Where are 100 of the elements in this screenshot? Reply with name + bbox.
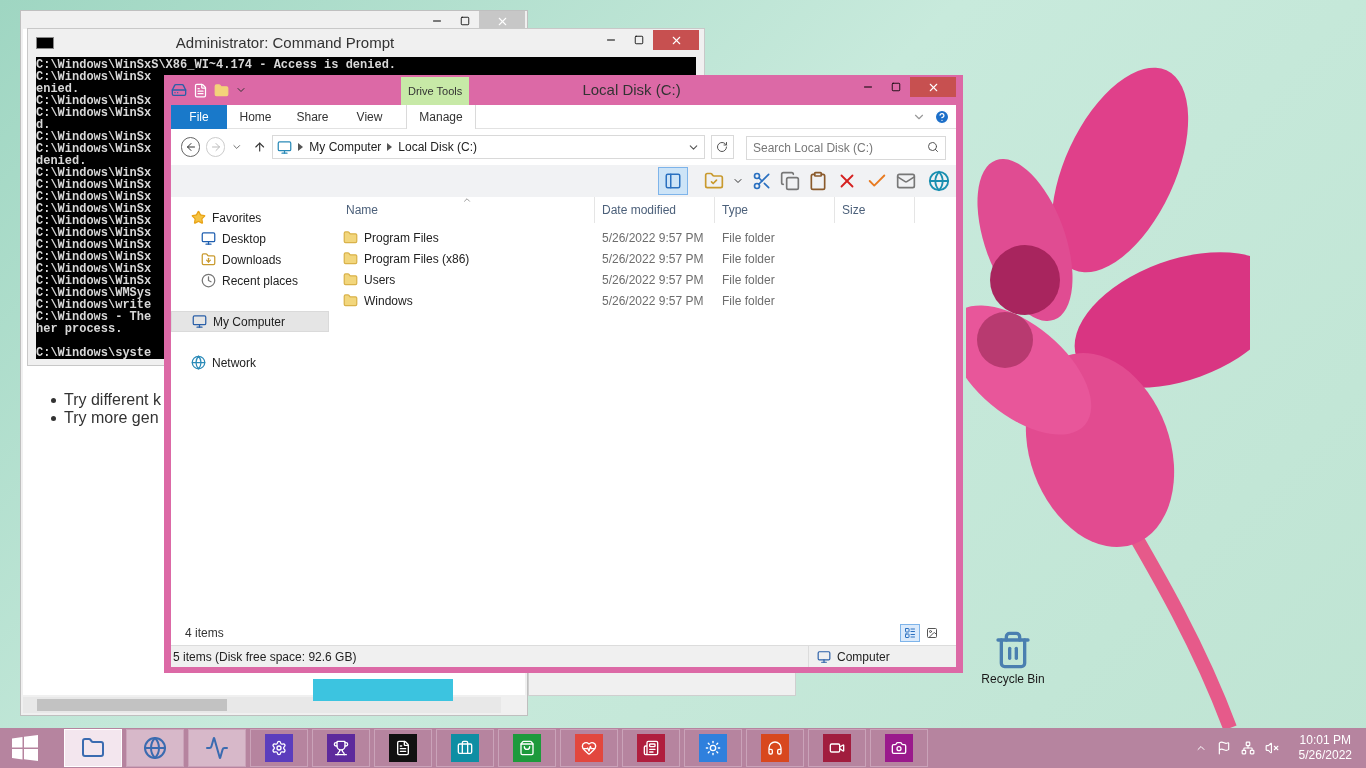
drive-icon[interactable] (171, 82, 187, 98)
folder-icon (343, 293, 358, 308)
clipboard-icon[interactable] (808, 171, 828, 191)
chevron-icon (298, 143, 304, 151)
taskbar-button[interactable] (312, 729, 370, 767)
up-arrow-icon[interactable] (252, 140, 267, 154)
sun-icon (705, 740, 721, 756)
nav-item[interactable]: Favorites (171, 207, 329, 228)
folder-icon (343, 272, 358, 287)
clock-icon (201, 273, 216, 288)
ribbon-tab[interactable]: File (171, 104, 227, 129)
envelope-icon[interactable] (896, 171, 916, 191)
address-bar[interactable]: My Computer Local Disk (C:) (272, 135, 705, 159)
nav-item[interactable]: Downloads (171, 249, 329, 270)
flag-icon[interactable] (1216, 741, 1231, 755)
file-name: Program Files (364, 229, 439, 247)
globe-icon (191, 355, 206, 370)
details-view-button[interactable] (900, 624, 920, 642)
nav-item[interactable]: My Computer (171, 311, 329, 332)
ribbon-tab[interactable]: Home (227, 104, 284, 129)
cut-icon[interactable] (752, 171, 772, 191)
maximize-icon (460, 16, 470, 26)
console-line: C:\Windows\WinSx (36, 167, 152, 179)
globe-icon[interactable] (928, 170, 950, 192)
type-cell-text: File folder (721, 229, 776, 247)
ribbon-tab[interactable]: Share (284, 104, 341, 129)
console-line: her process. (36, 323, 123, 335)
computer-icon (277, 139, 293, 155)
file-name: Users (364, 271, 396, 289)
date-cell-text: 5/26/2022 9:57 PM (601, 271, 705, 289)
column-header[interactable]: Type (715, 197, 835, 223)
horizontal-scrollbar[interactable] (23, 697, 501, 713)
type-cell-text: File folder (721, 250, 776, 268)
file-name: Windows (364, 292, 413, 310)
bullet-icon (51, 397, 56, 403)
folder-icon (343, 251, 358, 266)
console-line: C:\Windows\WinSx (36, 179, 152, 191)
new-folder-icon[interactable] (214, 82, 229, 98)
monitor-icon (201, 231, 216, 246)
muted-speaker-icon[interactable] (1264, 741, 1279, 755)
pane-icon (664, 172, 682, 190)
file-row[interactable]: Program Files 5/26/2022 9:57 PM File folder (339, 227, 956, 248)
console-line: denied. (36, 155, 87, 167)
console-line: C:\Windows\WinSxS\X86_WI~4.174 - Access is denied. (36, 59, 397, 71)
column-header[interactable]: Size (835, 197, 915, 223)
close-button[interactable] (910, 77, 956, 97)
taskbar-button[interactable] (622, 729, 680, 767)
help-icon[interactable] (934, 108, 950, 125)
type-cell-text: File folder (721, 292, 776, 310)
scroll-thumb[interactable] (37, 699, 227, 711)
column-header[interactable]: Name (339, 197, 595, 223)
date-cell-text: 5/26/2022 9:57 PM (601, 292, 705, 310)
pane-toggle-button[interactable] (658, 167, 688, 195)
nav-item[interactable]: Desktop (171, 228, 329, 249)
download-folder-icon (201, 252, 216, 267)
chevron-icon (387, 143, 393, 151)
console-line: C:\Windows\write (36, 299, 152, 311)
refresh-icon (716, 141, 729, 153)
folder-icon (343, 230, 358, 245)
column-header[interactable]: Date modified (595, 197, 715, 223)
file-row[interactable]: Program Files (x86) 5/26/2022 9:57 PM File folder (339, 248, 956, 269)
nav-item[interactable]: Network (171, 352, 329, 373)
console-line: C:\Windows - The (36, 311, 152, 323)
console-line: C:\Windows\WinSx (36, 107, 152, 119)
file-row[interactable]: Windows 5/26/2022 9:57 PM File folder (339, 290, 956, 311)
console-line: C:\Windows\WinSx (36, 131, 152, 143)
headphones-icon (767, 740, 783, 756)
forward-arrow-icon (209, 141, 222, 153)
windows-logo-icon[interactable] (12, 735, 38, 761)
back-arrow-icon (184, 141, 197, 153)
console-line: C:\Windows\WinSx (36, 95, 152, 107)
console-line: C:\Windows\syste (36, 347, 152, 359)
taskbar-button[interactable] (374, 729, 432, 767)
details-view-icon (904, 627, 916, 639)
console-icon (36, 37, 54, 49)
file-name: Program Files (x86) (364, 250, 470, 268)
ribbon-tab[interactable]: Manage (406, 104, 476, 129)
console-line: C:\Windows\WinSx (36, 275, 152, 287)
nav-item[interactable]: Recent places (171, 270, 329, 291)
desktop-icon-label[interactable]: Recycle Bin (981, 670, 1045, 688)
console-line: d. (36, 119, 51, 131)
network-icon[interactable] (1240, 741, 1255, 755)
window-title: Local Disk (C:) (581, 79, 682, 100)
star-icon (191, 210, 206, 225)
console-line: C:\Windows\WinSx (36, 227, 152, 239)
trophy-icon (333, 740, 349, 756)
console-line: enied. (36, 83, 80, 95)
date-cell-text: 5/26/2022 9:57 PM (601, 229, 705, 247)
folder-check-icon[interactable] (704, 171, 724, 191)
console-line: C:\Windows\WinSx (36, 251, 152, 263)
taskbar-button[interactable] (870, 729, 928, 767)
breadcrumb-item[interactable]: Local Disk (C:) (398, 138, 477, 156)
copy-icon[interactable] (780, 171, 800, 191)
ribbon-tab[interactable]: View (341, 104, 398, 129)
refresh-button[interactable] (710, 135, 734, 159)
status-zone: Computer (837, 648, 890, 666)
breadcrumb-item[interactable]: My Computer (309, 138, 382, 156)
file-row[interactable]: Users 5/26/2022 9:57 PM File folder (339, 269, 956, 290)
computer-icon (817, 649, 831, 664)
search-field[interactable]: Search Local Disk (C:) (746, 135, 946, 160)
